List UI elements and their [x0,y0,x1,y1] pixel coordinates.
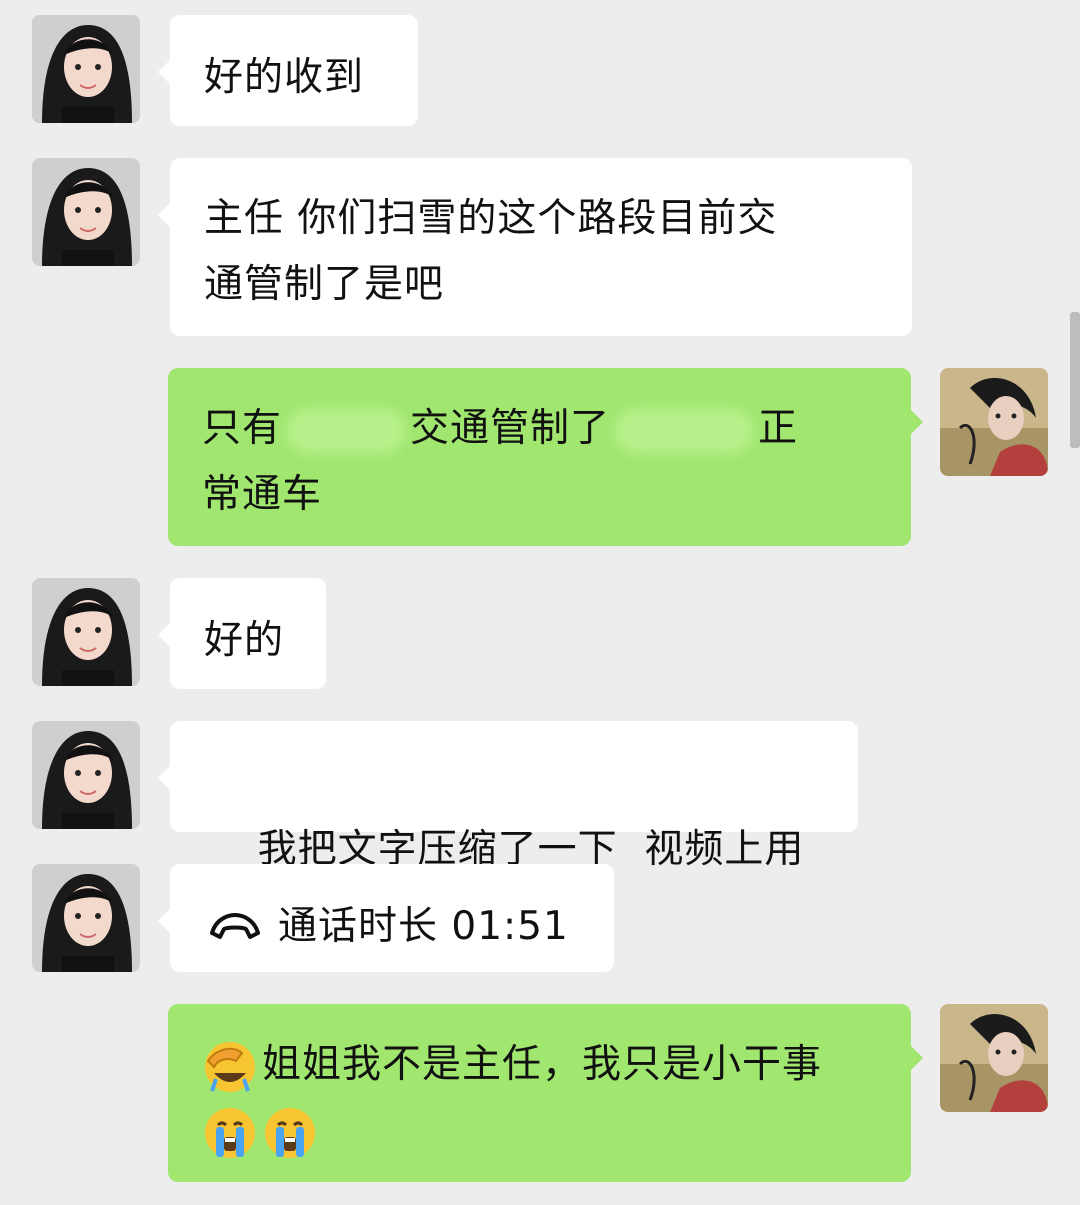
message-text-line: 主任 你们扫雪的这个路段目前交 [204,196,778,241]
contact-avatar[interactable] [32,864,140,972]
phone-hangup-icon [208,896,262,962]
bubble-tail [158,766,170,790]
bubble-tail [158,623,170,647]
contact-avatar[interactable] [32,158,140,266]
self-avatar[interactable] [940,1004,1048,1112]
incoming-message[interactable]: 主任 你们扫雪的这个路段目前交 通管制了是吧 [170,158,912,336]
message-text: 交通管制了 [410,406,611,451]
incoming-message[interactable]: 我把文字压缩了一下 视频上用 [170,721,858,872]
redacted-text [286,407,407,454]
call-record-message[interactable]: 通话时长 01:51 [170,864,614,972]
call-duration-text: 通话时长 01:51 [278,904,569,949]
outgoing-message[interactable]: 只有 交通管制了 正 常通车 [168,368,911,546]
message-text: 好的 [204,618,285,663]
message-text: 姐姐我不是主任，我只是小干事 [262,1042,823,1087]
bubble-tail [158,60,170,84]
self-avatar[interactable] [940,368,1048,476]
crying-emoji-icon [202,1105,258,1161]
contact-avatar[interactable] [32,721,140,829]
bubble-tail [911,410,923,434]
face-palm-emoji-icon [202,1039,258,1095]
bubble-tail [911,1046,923,1070]
message-text: 正 [758,406,799,451]
message-text-line: 常通车 [202,472,323,517]
redacted-text [614,407,755,454]
contact-avatar[interactable] [32,578,140,686]
contact-avatar[interactable] [32,15,140,123]
incoming-message[interactable]: 好的 [170,578,326,689]
outgoing-message[interactable]: 姐姐我不是主任，我只是小干事 [168,1004,911,1182]
incoming-message[interactable]: 好的收到 [170,15,418,126]
message-text-line: 通管制了是吧 [204,262,445,307]
bubble-tail [158,909,170,933]
message-text: 只有 [202,406,283,451]
message-text: 好的收到 [204,55,365,100]
bubble-tail [158,203,170,227]
chat-window: 好的收到 主任 你们扫雪的这个路段目前交 通管制了是吧 只有 交通管制了 正 常通车… [0,0,1080,1205]
scrollbar[interactable] [1070,312,1080,448]
crying-emoji-icon [262,1105,318,1161]
